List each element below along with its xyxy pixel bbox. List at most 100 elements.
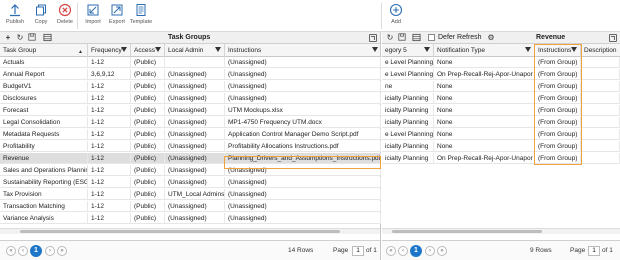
filter-icon[interactable]	[215, 47, 221, 52]
horizontal-scrollbar[interactable]	[0, 228, 380, 234]
last-page-icon[interactable]: »	[437, 246, 447, 256]
save-icon[interactable]	[27, 33, 37, 43]
table-row[interactable]: Sales and Operations Plannin 1-12 (Public)…	[0, 165, 381, 176]
next-page-icon[interactable]: ›	[45, 246, 55, 256]
horizontal-scrollbar[interactable]	[382, 228, 620, 234]
copy-button[interactable]: Copy	[28, 2, 54, 30]
table-row[interactable]: icialty Planning On Prep-Recall-Rej-Apor-…	[382, 153, 620, 164]
table-cell[interactable]	[581, 57, 620, 68]
table-cell[interactable]: ne	[382, 81, 434, 92]
table-cell[interactable]: (Unassigned)	[165, 105, 225, 116]
table-cell[interactable]: UTM Mockups.xlsx	[225, 105, 381, 116]
table-cell[interactable]: 1-12	[88, 201, 131, 212]
table-cell[interactable]: On Prep-Recall-Rej-Apor-Unapor	[434, 69, 535, 80]
prev-page-icon[interactable]: ‹	[398, 246, 408, 256]
table-cell[interactable]: None	[434, 105, 535, 116]
table-row[interactable]: Disclosures 1-12 (Public) (Unassigned) (Unas…	[0, 93, 381, 104]
table-cell[interactable]: MP1-4750 Frequency UTM.docx	[225, 117, 381, 128]
table-cell[interactable]: (Unassigned)	[225, 69, 381, 80]
filter-icon[interactable]	[121, 47, 127, 52]
table-cell[interactable]	[581, 153, 620, 164]
table-cell[interactable]: e Level Planning	[382, 57, 434, 68]
column-access[interactable]: Access	[131, 44, 165, 57]
column-task-group[interactable]: Task Group ▲	[0, 44, 88, 57]
table-cell[interactable]	[581, 81, 620, 92]
table-cell[interactable]: (Unassigned)	[165, 93, 225, 104]
save-icon[interactable]	[397, 33, 407, 43]
column-frequency[interactable]: Frequency	[88, 44, 131, 57]
table-cell[interactable]: Profitability Allocations Instructions.p…	[225, 141, 381, 152]
table-cell[interactable]: 1-12	[88, 93, 131, 104]
column-instructions[interactable]: Instructions	[535, 44, 581, 57]
table-cell[interactable]: Variance Analysis	[0, 213, 88, 224]
table-cell[interactable]: Revenue	[0, 153, 88, 164]
table-cell[interactable]: Forecast	[0, 105, 88, 116]
table-cell[interactable]: icialty Planning	[382, 153, 434, 164]
table-row[interactable]: Profitability 1-12 (Public) (Unassigned) Pro…	[0, 141, 381, 152]
first-page-icon[interactable]: «	[6, 246, 16, 256]
table-cell[interactable]: (From Group)	[535, 129, 581, 140]
table-row[interactable]: e Level Planning None (From Group)	[382, 57, 620, 68]
table-cell[interactable]: (Public)	[131, 105, 165, 116]
table-cell[interactable]: (Public)	[131, 201, 165, 212]
table-cell[interactable]: (Public)	[131, 165, 165, 176]
table-cell[interactable]: e Level Planning	[382, 69, 434, 80]
filter-icon[interactable]	[372, 47, 378, 52]
table-cell[interactable]: (Unassigned)	[165, 213, 225, 224]
table-cell[interactable]: None	[434, 141, 535, 152]
table-cell[interactable]: Actuals	[0, 57, 88, 68]
table-cell[interactable]: (From Group)	[535, 117, 581, 128]
table-cell[interactable]	[581, 69, 620, 80]
grid-view-icon[interactable]	[411, 33, 421, 43]
table-cell[interactable]: (From Group)	[535, 69, 581, 80]
page-number-input[interactable]: 1	[588, 246, 600, 256]
table-cell[interactable]	[581, 129, 620, 140]
table-cell[interactable]: None	[434, 117, 535, 128]
refresh-icon[interactable]: ↻	[385, 33, 395, 43]
table-cell[interactable]: (From Group)	[535, 153, 581, 164]
table-row[interactable]: Metadata Requests 1-12 (Public) (Unassigned…	[0, 129, 381, 140]
column-category-5[interactable]: egory 5	[382, 44, 434, 57]
import-button[interactable]: Import	[80, 2, 106, 30]
table-cell[interactable]: (Public)	[131, 57, 165, 68]
table-cell[interactable]: (From Group)	[535, 57, 581, 68]
table-cell[interactable]	[581, 93, 620, 104]
table-cell[interactable]: Planning_Drivers_and_Assumptions_Instruc…	[225, 153, 381, 164]
table-cell[interactable]: (Public)	[131, 93, 165, 104]
table-cell[interactable]: Annual Report	[0, 69, 88, 80]
delete-button[interactable]: Delete	[52, 2, 78, 30]
table-cell[interactable]: (Unassigned)	[225, 189, 381, 200]
table-cell[interactable]: (Unassigned)	[225, 81, 381, 92]
table-cell[interactable]: (Public)	[131, 213, 165, 224]
table-row[interactable]: Revenue 1-12 (Public) (Unassigned) Planning_…	[0, 153, 381, 164]
table-cell[interactable]	[581, 105, 620, 116]
table-cell[interactable]	[581, 141, 620, 152]
table-cell[interactable]: Disclosures	[0, 93, 88, 104]
table-cell[interactable]: (Unassigned)	[165, 81, 225, 92]
table-cell[interactable]: None	[434, 57, 535, 68]
template-button[interactable]: Template	[128, 2, 154, 30]
table-row[interactable]: Annual Report 3,6,9,12 (Public) (Unassigned…	[0, 69, 381, 80]
table-row[interactable]: icialty Planning None (From Group)	[382, 93, 620, 104]
table-cell[interactable]: Application Control Manager Demo Script.…	[225, 129, 381, 140]
table-cell[interactable]: 1-12	[88, 105, 131, 116]
table-cell[interactable]: (From Group)	[535, 105, 581, 116]
table-cell[interactable]: None	[434, 93, 535, 104]
filter-icon[interactable]	[155, 47, 161, 52]
table-cell[interactable]: icialty Planning	[382, 117, 434, 128]
column-local-admin[interactable]: Local Admin	[165, 44, 225, 57]
table-cell[interactable]: (From Group)	[535, 93, 581, 104]
table-row[interactable]: BudgetV1 1-12 (Public) (Unassigned) (Unassig…	[0, 81, 381, 92]
table-cell[interactable]: None	[434, 81, 535, 92]
table-cell[interactable]: (Public)	[131, 153, 165, 164]
table-cell[interactable]: Transaction Matching	[0, 201, 88, 212]
table-cell[interactable]: On Prep-Recall-Rej-Apor-Unapor	[434, 153, 535, 164]
table-cell[interactable]: Sales and Operations Plannin	[0, 165, 88, 176]
table-row[interactable]: Forecast 1-12 (Public) (Unassigned) UTM Mock…	[0, 105, 381, 116]
table-cell[interactable]: (From Group)	[535, 81, 581, 92]
table-cell[interactable]: (Public)	[131, 81, 165, 92]
table-cell[interactable]: icialty Planning	[382, 93, 434, 104]
table-row[interactable]: icialty Planning None (From Group)	[382, 105, 620, 116]
defer-refresh-checkbox[interactable]	[428, 34, 435, 41]
table-cell[interactable]: (Unassigned)	[165, 117, 225, 128]
